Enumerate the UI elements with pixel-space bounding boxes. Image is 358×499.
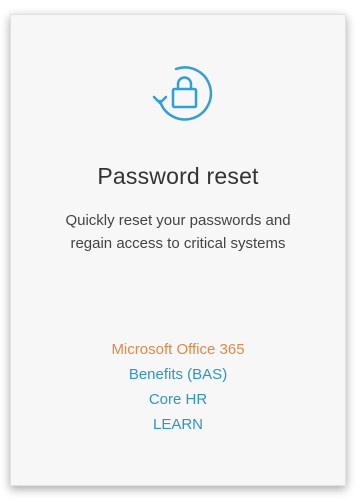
card-description: Quickly reset your passwords and regain … xyxy=(65,212,291,252)
link-learn[interactable]: LEARN xyxy=(11,412,345,437)
link-list: Microsoft Office 365 Benefits (BAS) Core… xyxy=(11,337,345,437)
card-title: Password reset xyxy=(97,163,259,189)
link-microsoft-office-365[interactable]: Microsoft Office 365 xyxy=(11,337,345,362)
lock-reset-icon xyxy=(152,66,213,121)
link-benefits-bas[interactable]: Benefits (BAS) xyxy=(11,362,345,387)
icon-container xyxy=(11,57,345,127)
password-reset-card: Password reset Quickly reset your passwo… xyxy=(10,14,346,486)
link-core-hr[interactable]: Core HR xyxy=(11,387,345,412)
